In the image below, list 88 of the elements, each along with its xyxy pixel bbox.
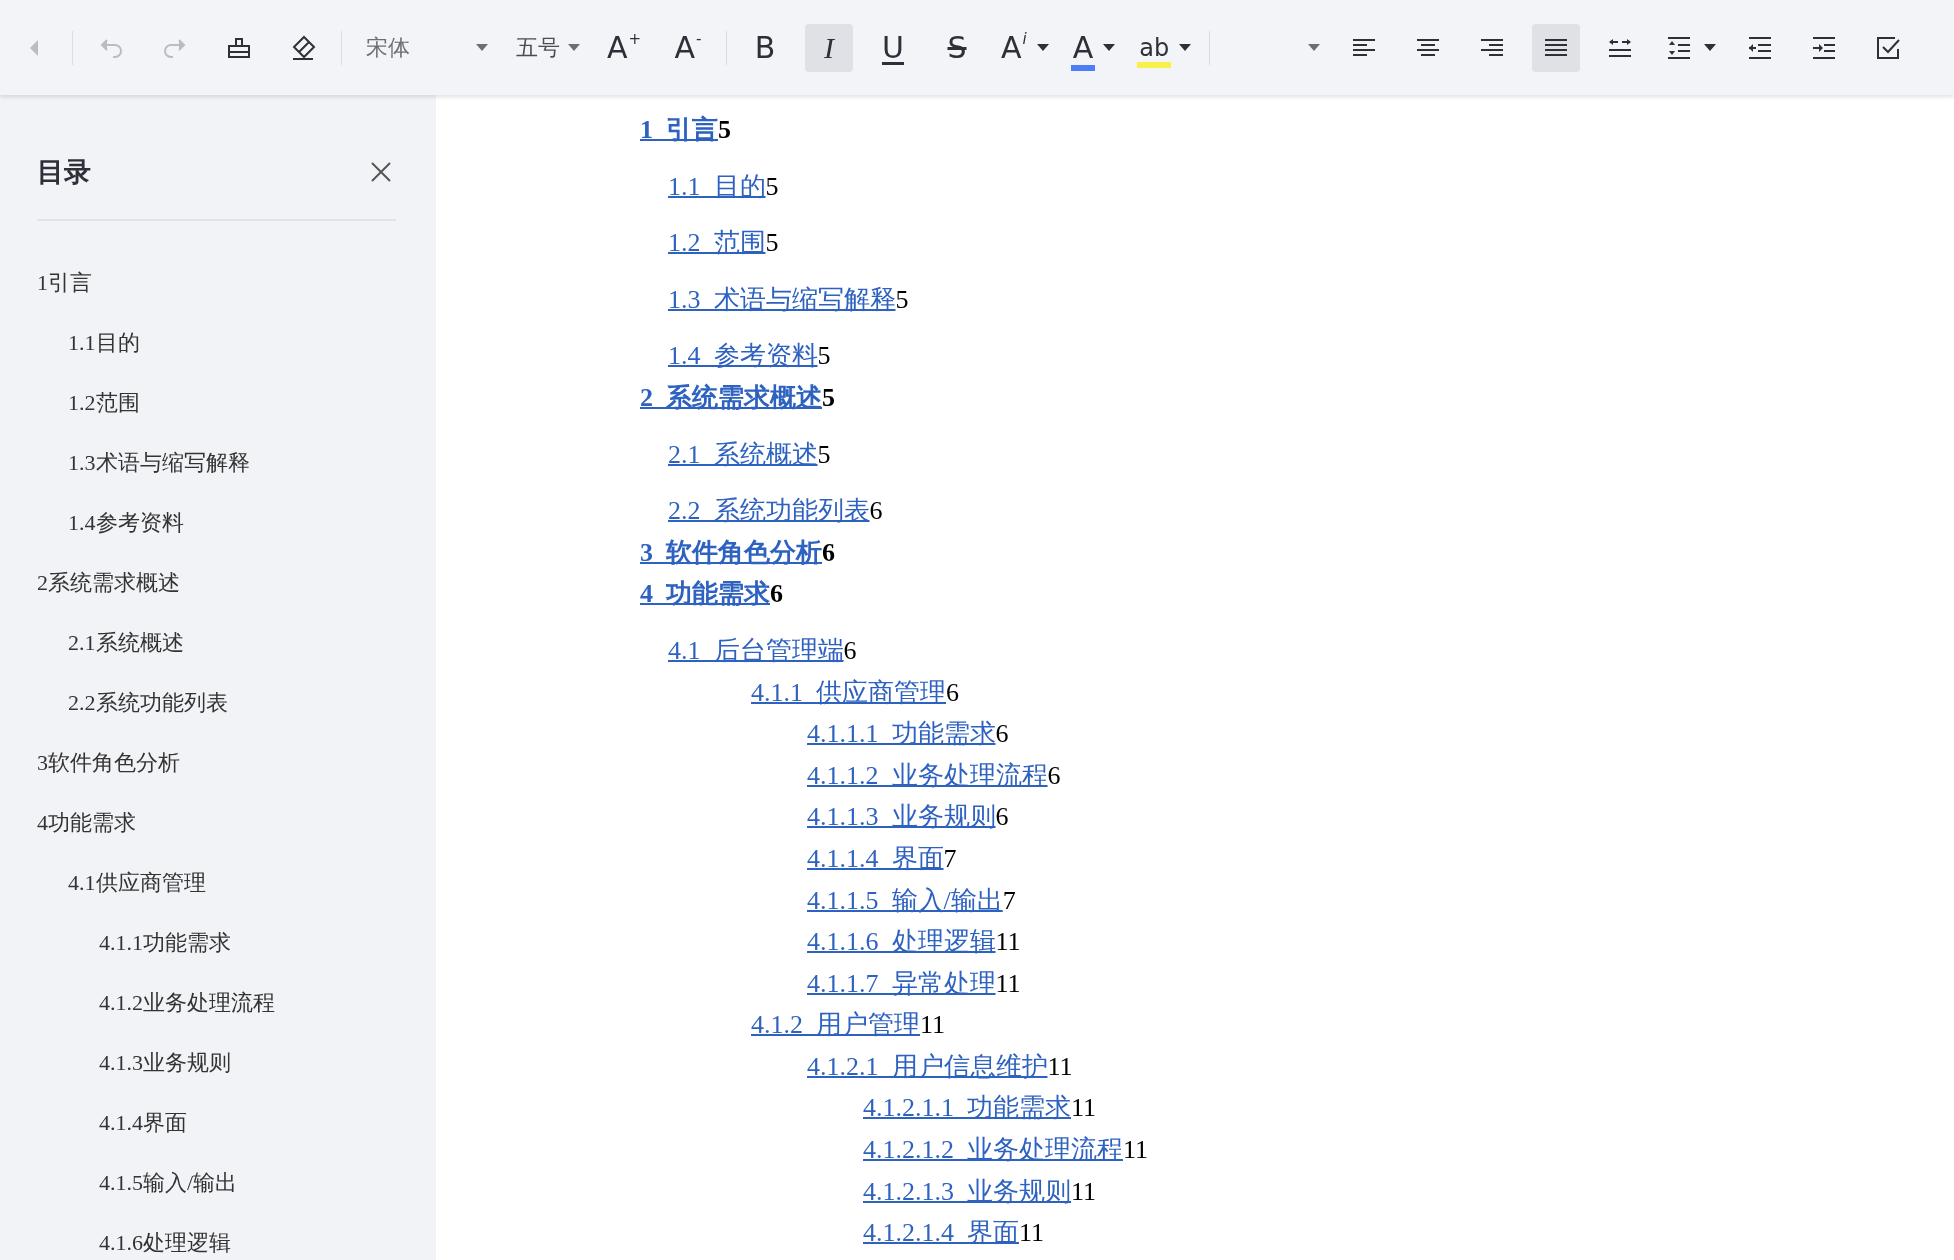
caret-icon: [1036, 44, 1049, 51]
strikethrough-button[interactable]: S: [933, 23, 981, 72]
justify-button[interactable]: [1532, 23, 1581, 72]
caret-icon: [568, 44, 580, 51]
toc-link[interactable]: 4.1.2.1.4 界面: [863, 1218, 1019, 1248]
outline-item[interactable]: 4.1.3业务规则: [0, 1033, 231, 1093]
outline-item[interactable]: 2系统需求概述: [0, 553, 180, 613]
underline-button[interactable]: U: [869, 23, 917, 72]
font-grow-button[interactable]: A$^{+}$: [600, 23, 648, 72]
page-number: 11: [1047, 1051, 1073, 1081]
toc-link[interactable]: 1.4 参考资料: [668, 341, 818, 371]
caret-icon: [1704, 44, 1717, 51]
toc-link[interactable]: 4.1.2.1.3 业务规则: [863, 1176, 1071, 1206]
toc-link[interactable]: 1.3 术语与缩写解释: [668, 284, 896, 314]
caret-icon: [1179, 44, 1192, 51]
page-number: 5: [817, 341, 831, 371]
outline-item[interactable]: 1.4参考资料: [0, 493, 184, 553]
page-number: 6: [843, 635, 857, 665]
page-number: 11: [1071, 1176, 1097, 1206]
outline-item[interactable]: 4功能需求: [0, 793, 136, 853]
page-number: 5: [718, 115, 731, 144]
page-number: 11: [995, 968, 1021, 998]
caret-icon: [1103, 44, 1116, 51]
toc-link[interactable]: 4.1.1.6 处理逻辑: [807, 927, 996, 957]
toc-link[interactable]: 1.1 目的: [668, 171, 766, 201]
outline-item[interactable]: 4.1.5输入/输出: [0, 1153, 238, 1213]
page-number: 7: [1002, 885, 1016, 915]
page-number: 6: [822, 537, 835, 567]
toc-link[interactable]: 3 软件角色分析: [640, 537, 822, 567]
font-shrink-button[interactable]: A$^{-}$: [664, 23, 712, 72]
page-number: 7: [943, 843, 957, 873]
page-number: 6: [995, 802, 1009, 832]
page-number: 11: [995, 927, 1021, 957]
superscript-button[interactable]: A$^{i}$: [997, 23, 1053, 72]
page-number: 6: [995, 719, 1009, 749]
toc-link[interactable]: 1.2 范围: [668, 228, 766, 258]
toc-link[interactable]: 4.1.1.7 异常处理: [807, 968, 996, 998]
caret-icon: [476, 44, 488, 51]
outline-item[interactable]: 1.3术语与缩写解释: [0, 433, 250, 493]
page-number: 11: [920, 1010, 946, 1040]
toc-link[interactable]: 4.1.1.3 业务规则: [807, 802, 996, 832]
page-number: 11: [1071, 1093, 1097, 1123]
outline-item[interactable]: 4.1.4界面: [0, 1093, 187, 1153]
toc-link[interactable]: 2.2 系统功能列表: [668, 496, 870, 526]
page-number: 5: [822, 382, 835, 412]
font-dropdown[interactable]: 宋体: [356, 23, 496, 72]
toc-link[interactable]: 4.1.1.2 业务处理流程: [807, 760, 1048, 790]
panel-title: 目录: [37, 155, 91, 189]
page-number: 5: [817, 439, 831, 469]
page-number: 5: [765, 171, 779, 201]
caret-icon: [1308, 44, 1321, 51]
page-number: 6: [1047, 760, 1061, 790]
font-size-dropdown[interactable]: 五号: [512, 23, 584, 72]
toc-link[interactable]: 4.1.2.1.2 业务处理流程: [863, 1135, 1123, 1165]
outline-item[interactable]: 1.1目的: [0, 313, 140, 373]
close-icon: [370, 161, 392, 183]
page-number: 5: [895, 284, 909, 314]
toc-link[interactable]: 2.1 系统概述: [668, 439, 818, 469]
toc-link[interactable]: 4.1.1.4 界面: [807, 843, 944, 873]
outline-item[interactable]: 1引言: [0, 253, 92, 313]
italic-button[interactable]: I: [805, 23, 853, 72]
toc-link[interactable]: 4.1 后台管理端: [668, 635, 844, 665]
bold-button[interactable]: B: [741, 23, 789, 72]
page-number: 6: [770, 579, 783, 609]
outline-item[interactable]: 4.1供应商管理: [0, 853, 206, 913]
toc-link[interactable]: 4.1.1.5 输入/输出: [807, 885, 1003, 915]
toc-link[interactable]: 4.1.2.1.1 功能需求: [863, 1093, 1071, 1123]
outline-item[interactable]: 4.1.6处理逻辑: [0, 1213, 231, 1260]
toc-link[interactable]: 4.1.1 供应商管理: [751, 677, 946, 707]
toc-link[interactable]: 4.1.2 用户管理: [751, 1010, 920, 1040]
font-color-button[interactable]: A: [1068, 23, 1120, 72]
page-number: 11: [1123, 1135, 1149, 1165]
page-number: 6: [946, 677, 959, 707]
toc-link[interactable]: 4 功能需求: [640, 579, 770, 609]
toc-link[interactable]: 4.1.2.1 用户信息维护: [807, 1051, 1048, 1081]
outline-item[interactable]: 2.2系统功能列表: [0, 673, 228, 733]
highlight-button[interactable]: ab: [1135, 23, 1196, 72]
toc-link[interactable]: 4.1.1.1 功能需求: [807, 719, 996, 749]
page-number: 6: [869, 496, 883, 526]
toc-link[interactable]: 2 系统需求概述: [640, 382, 822, 412]
outline-item[interactable]: 2.1系统概述: [0, 613, 184, 673]
page-number: 5: [765, 228, 779, 258]
outline-item[interactable]: 3软件角色分析: [0, 733, 180, 793]
outline-item[interactable]: 1.2范围: [0, 373, 140, 433]
outline-item[interactable]: 4.1.2业务处理流程: [0, 973, 275, 1033]
toc-link[interactable]: 1 引言: [640, 115, 718, 144]
page-number: 11: [1019, 1218, 1045, 1248]
outline-item[interactable]: 4.1.1功能需求: [0, 913, 231, 973]
